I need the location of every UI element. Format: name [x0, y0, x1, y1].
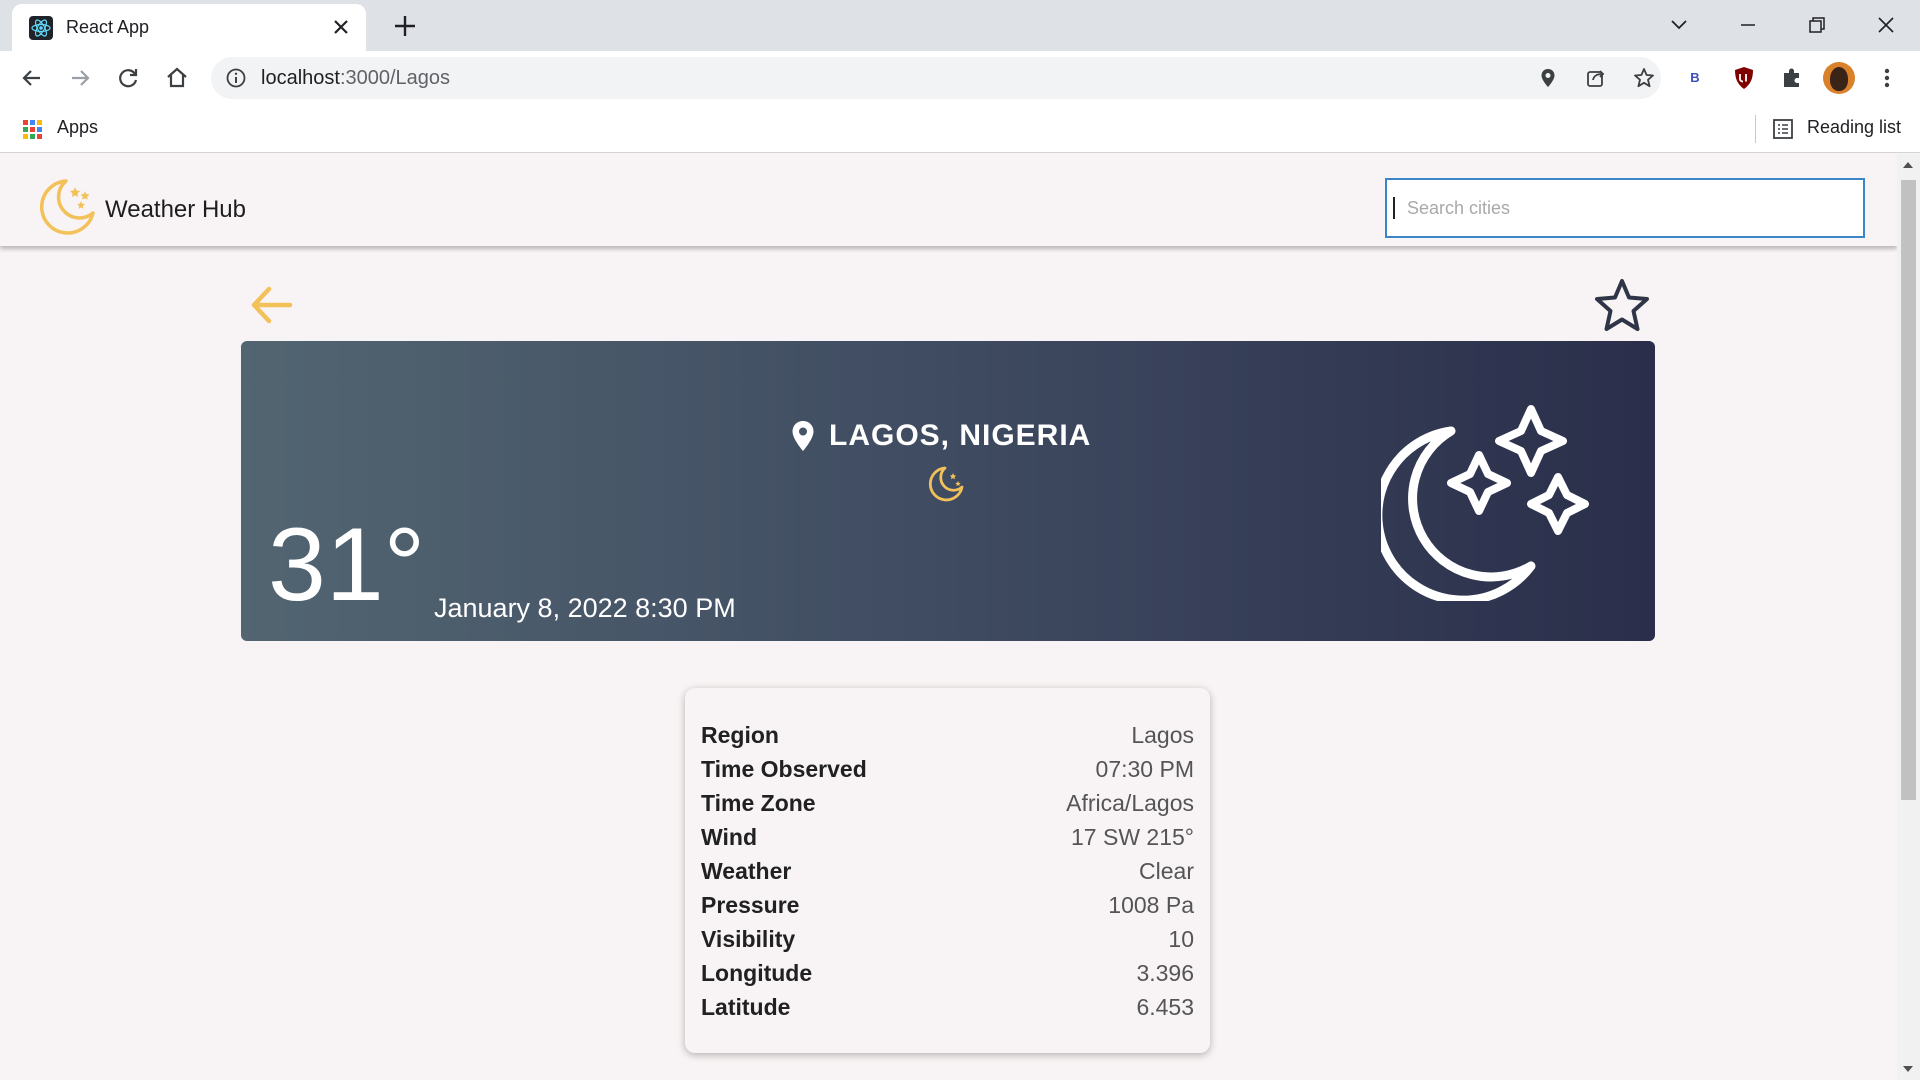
brand-title[interactable]: Weather Hub — [105, 196, 246, 224]
url-text[interactable]: localhost:3000/Lagos — [261, 67, 450, 90]
text-caret — [1393, 197, 1395, 219]
detail-label: Visibility — [701, 925, 796, 952]
detail-row-time-observed: Time Observed 07:30 PM — [701, 752, 1194, 786]
detail-row-visibility: Visibility 10 — [701, 922, 1194, 956]
detail-value: 3.396 — [1136, 959, 1194, 986]
detail-value: 6.453 — [1136, 993, 1194, 1020]
bookmark-star-icon[interactable] — [1632, 66, 1656, 90]
search-input[interactable] — [1385, 178, 1865, 238]
bookmarks-divider — [1755, 115, 1756, 143]
favorite-star-icon[interactable] — [1592, 276, 1652, 336]
avatar-face — [1830, 67, 1848, 91]
apps-grid-icon[interactable] — [22, 119, 43, 140]
profile-avatar[interactable] — [1823, 62, 1855, 94]
extensions-puzzle-icon[interactable] — [1778, 64, 1806, 92]
detail-value: 10 — [1168, 925, 1194, 952]
detail-label: Time Observed — [701, 755, 867, 782]
location-pin-icon[interactable] — [1536, 66, 1560, 90]
detail-value: Africa/Lagos — [1066, 789, 1194, 816]
extension-b-icon[interactable]: B — [1685, 65, 1705, 91]
detail-row-pressure: Pressure 1008 Pa — [701, 888, 1194, 922]
detail-value: 07:30 PM — [1095, 755, 1194, 782]
weather-details-card: Region Lagos Time Observed 07:30 PM Time… — [685, 688, 1210, 1053]
location-heading: Lagos, Nigeria — [791, 419, 1091, 453]
back-nav-icon[interactable] — [18, 64, 46, 92]
app-header: Weather Hub — [0, 154, 1897, 246]
moon-logo-icon[interactable] — [37, 177, 97, 237]
forward-nav-icon[interactable] — [66, 64, 94, 92]
new-tab-icon[interactable] — [392, 13, 418, 39]
detail-label: Longitude — [701, 959, 813, 986]
detail-label: Wind — [701, 823, 757, 850]
location-name: Lagos, Nigeria — [829, 419, 1092, 452]
detail-label: Latitude — [701, 993, 791, 1020]
detail-value: Lagos — [1131, 721, 1194, 748]
page-scrollbar[interactable] — [1897, 154, 1920, 1080]
tab-search-chevron-icon[interactable] — [1664, 10, 1694, 40]
share-icon[interactable] — [1584, 66, 1608, 90]
observation-datetime: January 8, 2022 8:30 PM — [434, 593, 736, 623]
tab-title: React App — [66, 17, 150, 37]
home-icon[interactable] — [163, 64, 191, 92]
react-favicon-icon — [29, 16, 53, 40]
url-host: localhost — [261, 67, 340, 89]
back-arrow-icon[interactable] — [246, 280, 296, 330]
reload-icon[interactable] — [114, 64, 142, 92]
page-viewport: Weather Hub Lagos, Nigeria 31° January 8… — [0, 154, 1897, 1080]
address-bar[interactable]: localhost:3000/Lagos — [211, 57, 1661, 99]
reading-list-label[interactable]: Reading list — [1807, 117, 1901, 138]
location-pin-icon — [792, 421, 814, 451]
browser-tabstrip: React App — [0, 0, 1920, 51]
more-menu-icon[interactable] — [1873, 64, 1901, 92]
detail-row-region: Region Lagos — [701, 718, 1194, 752]
scroll-up-arrow-icon[interactable] — [1903, 162, 1913, 168]
detail-row-weather: Weather Clear — [701, 854, 1194, 888]
browser-tab[interactable]: React App — [12, 4, 366, 51]
scroll-down-arrow-icon[interactable] — [1903, 1066, 1913, 1072]
url-path: :3000/Lagos — [339, 67, 451, 89]
detail-row-wind: Wind 17 SW 215° — [701, 820, 1194, 854]
bookmarks-bar: Apps Reading list — [0, 105, 1920, 153]
temperature: 31° — [268, 507, 426, 623]
detail-label: Time Zone — [701, 789, 816, 816]
detail-label: Region — [701, 721, 779, 748]
moon-stars-icon — [1381, 405, 1589, 601]
detail-value: 1008 Pa — [1108, 891, 1194, 918]
detail-label: Pressure — [701, 891, 800, 918]
detail-value: Clear — [1139, 857, 1194, 884]
apps-bookmark[interactable]: Apps — [57, 117, 98, 138]
close-window-icon[interactable] — [1871, 10, 1901, 40]
restore-icon[interactable] — [1802, 10, 1832, 40]
reading-list-icon[interactable] — [1771, 117, 1795, 141]
browser-toolbar: localhost:3000/Lagos B — [0, 51, 1920, 105]
detail-row-latitude: Latitude 6.453 — [701, 990, 1194, 1024]
detail-row-longitude: Longitude 3.396 — [701, 956, 1194, 990]
minimize-icon[interactable] — [1733, 10, 1763, 40]
weather-hero-card: Lagos, Nigeria 31° January 8, 2022 8:30 … — [241, 341, 1655, 641]
ublock-shield-icon[interactable] — [1730, 64, 1758, 92]
close-tab-icon[interactable] — [330, 16, 352, 38]
condition-moon-icon — [928, 466, 964, 502]
detail-value: 17 SW 215° — [1071, 823, 1194, 850]
detail-row-time-zone: Time Zone Africa/Lagos — [701, 786, 1194, 820]
scroll-thumb[interactable] — [1901, 180, 1916, 800]
detail-label: Weather — [701, 857, 792, 884]
site-info-icon[interactable] — [225, 67, 247, 89]
